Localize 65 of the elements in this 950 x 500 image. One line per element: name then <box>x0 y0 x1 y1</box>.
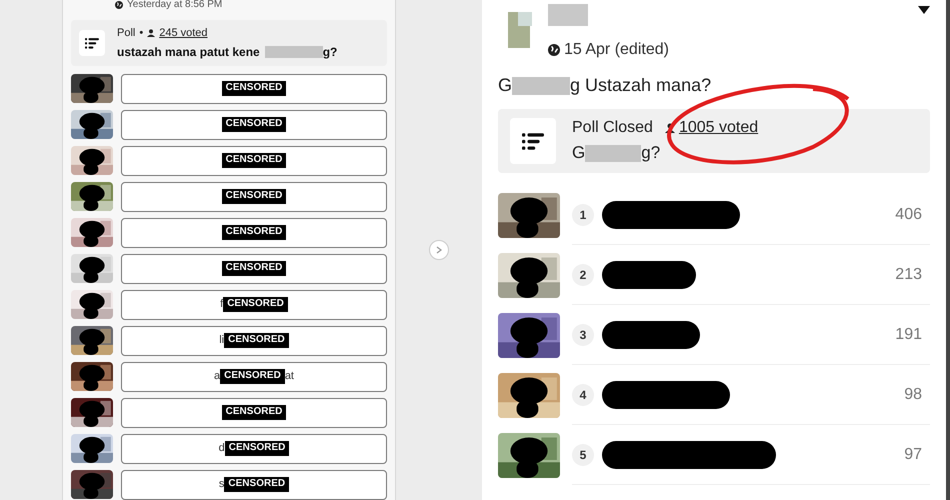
poll-option[interactable]: li CENSORED <box>121 326 387 356</box>
option-text: f <box>220 297 224 312</box>
censored-label: CENSORED <box>222 225 286 240</box>
poll-option[interactable]: CENSORED <box>121 146 387 176</box>
dropdown-caret-icon <box>918 6 930 14</box>
censored-label: CENSORED <box>222 117 286 132</box>
poll-option[interactable]: CENSORED <box>121 254 387 284</box>
rank-badge: 4 <box>572 384 594 406</box>
post-timestamp: 15 Apr (edited) <box>564 40 669 60</box>
censored-label: CENSORED <box>224 441 290 456</box>
rank-badge: 2 <box>572 264 594 286</box>
list-icon <box>85 37 99 49</box>
vote-count: 191 <box>895 324 923 344</box>
blurred-name-icon <box>548 4 588 26</box>
poll-option[interactable]: a CENSORED at <box>121 362 387 392</box>
censored-label: CENSORED <box>224 333 289 348</box>
poll-status: Poll Closed <box>572 118 653 138</box>
person-icon <box>147 29 156 37</box>
post-text-end: g Ustazah mana? <box>570 74 712 97</box>
separator-dot: • <box>139 26 144 41</box>
poll-option[interactable]: CENSORED <box>121 110 387 140</box>
rank-badge: 3 <box>572 324 594 346</box>
poll-option[interactable]: CENSORED <box>121 182 387 212</box>
poll-option[interactable]: CENSORED <box>121 218 387 248</box>
voted-link[interactable]: 1005 voted <box>678 116 758 140</box>
globe-icon <box>548 44 560 56</box>
option-text-end: at <box>284 369 294 384</box>
censored-label: CENSORED <box>224 477 290 492</box>
poll-option[interactable]: f CENSORED <box>121 290 387 320</box>
vote-count: 406 <box>895 204 923 224</box>
censored-label: CENSORED <box>220 369 285 384</box>
chevron-right-icon <box>435 246 443 254</box>
poll-question: G <box>572 142 586 164</box>
poll-option[interactable]: s CENSORED <box>121 470 387 500</box>
option-text: d <box>218 441 225 456</box>
poll-label: Poll <box>117 26 136 41</box>
poll-option[interactable]: CENSORED <box>121 74 387 104</box>
person-icon <box>664 123 675 134</box>
censored-label: CENSORED <box>222 405 286 420</box>
censored-label: CENSORED <box>222 189 286 204</box>
rank-badge: 5 <box>572 444 594 466</box>
blurred-text <box>585 144 642 162</box>
censored-label: CENSORED <box>223 297 288 312</box>
blurred-text <box>264 46 323 58</box>
poll-option[interactable]: d CENSORED <box>121 434 387 464</box>
vote-count: 98 <box>904 384 923 404</box>
option-text: a <box>214 369 220 384</box>
voted-link[interactable]: 245 voted <box>159 24 208 42</box>
blurred-text <box>512 76 570 94</box>
post-timestamp: Yesterday at 8:56 PM <box>127 0 222 10</box>
vote-count: 213 <box>895 264 923 284</box>
poll-option[interactable]: CENSORED <box>121 398 387 428</box>
next-arrow-button[interactable] <box>429 240 449 260</box>
option-text: s <box>218 477 224 492</box>
poll-question-end: g? <box>322 44 338 62</box>
rank-badge: 1 <box>572 204 594 226</box>
poll-question: ustazah mana patut kene <box>117 44 260 62</box>
censored-label: CENSORED <box>222 81 286 96</box>
censored-label: CENSORED <box>222 153 286 168</box>
censored-label: CENSORED <box>222 261 286 276</box>
post-text: G <box>498 74 512 97</box>
vote-count: 97 <box>904 444 923 464</box>
list-icon <box>522 132 544 150</box>
option-text: li <box>219 333 224 348</box>
poll-question-end: g? <box>641 142 660 164</box>
